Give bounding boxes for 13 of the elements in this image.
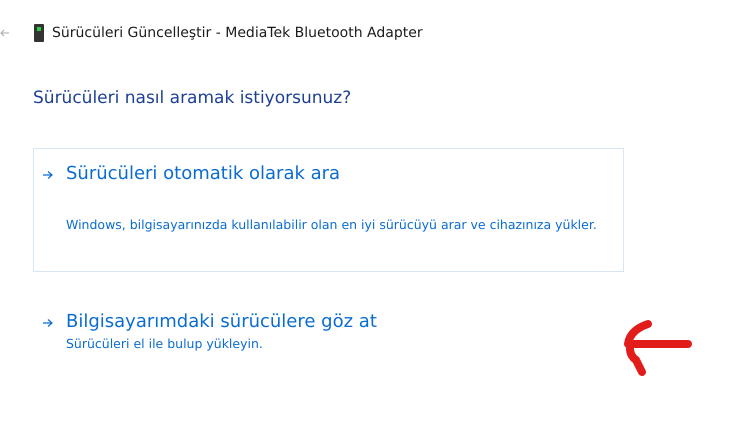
option-title: Bilgisayarımdaki sürücülere göz at xyxy=(66,311,378,332)
search-option[interactable]: Sürücüleri otomatik olarak ara Windows, bilgisayarınızda kullanılabilir olan en iyi sürücüyü arar ve cihazınıza yükler. xyxy=(33,148,624,272)
option-description: Sürücüleri el ile bulup yükleyin. xyxy=(66,336,264,351)
option-description: Windows, bilgisayarınızda kullanılabilir olan en iyi sürücüyü arar ve cihazınıza yükler. xyxy=(66,217,598,234)
back-arrow-icon[interactable] xyxy=(0,28,10,38)
option-title: Sürücüleri otomatik olarak ara xyxy=(66,163,342,186)
device-icon xyxy=(34,24,44,42)
page-heading: Sürücüleri nasıl aramak istiyorsunuz? xyxy=(33,88,352,108)
arrow-icon xyxy=(42,318,54,328)
arrow-icon xyxy=(42,170,54,180)
search-option[interactable]: Bilgisayarımdaki sürücülere göz at Sürücüleri el ile bulup yükleyin. xyxy=(33,296,624,362)
window-title: Sürücüleri Güncelleştir - MediaTek Bluetooth Adapter xyxy=(52,25,423,41)
hand-drawn-arrow-drawing xyxy=(622,318,694,378)
